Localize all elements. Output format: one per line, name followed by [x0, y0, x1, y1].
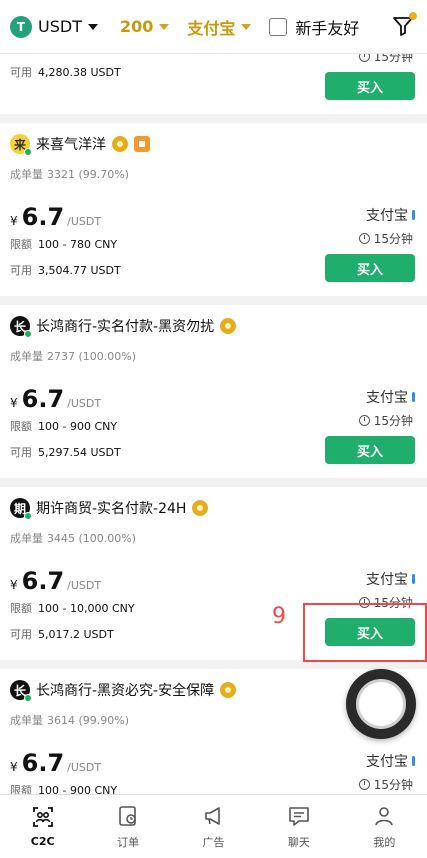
buy-button[interactable]: 买入 — [325, 254, 415, 282]
chevron-down-icon — [159, 24, 170, 30]
newbie-friendly-toggle[interactable]: 新手友好 — [269, 15, 359, 39]
nav-item-ads[interactable]: 广告 — [171, 795, 256, 858]
nav-item-c2c[interactable]: C2C — [0, 795, 85, 858]
nav-label: 我的 — [373, 835, 396, 849]
payment-filter[interactable]: 支付宝 — [187, 15, 252, 39]
filter-button[interactable] — [391, 12, 417, 38]
nav-item-chat[interactable]: 聊天 — [256, 795, 341, 858]
card-divider — [0, 114, 427, 123]
payment-filter-label: 支付宝 — [187, 18, 236, 38]
floating-assistive-button[interactable] — [346, 669, 416, 739]
lock-badge-icon — [134, 136, 150, 152]
online-status-dot — [24, 694, 32, 702]
online-status-dot — [24, 512, 32, 520]
assistive-touch-icon — [356, 679, 406, 729]
gold-badge-icon — [220, 682, 237, 698]
coin-selector[interactable]: T USDT — [10, 15, 98, 38]
order-stats: 成单量 3321 (99.70%) — [10, 168, 130, 181]
limit-row: 限额 100 - 10,000 CNY — [10, 602, 135, 615]
chevron-down-icon — [87, 24, 98, 30]
newbie-checkbox[interactable] — [269, 17, 288, 36]
price: ¥6.7/USDT — [10, 203, 102, 231]
payment-method: 支付宝 — [366, 205, 415, 225]
avatar: 长 — [10, 680, 32, 702]
nav-label: 聊天 — [287, 835, 310, 849]
clock-icon — [358, 233, 370, 244]
online-status-dot — [24, 148, 32, 156]
available-row: 可用 5,017.2 USDT — [10, 628, 114, 641]
avatar: 期 — [10, 498, 32, 520]
profile-icon — [375, 806, 394, 825]
avatar: 长 — [10, 316, 32, 338]
c2c-icon — [32, 807, 53, 827]
merchant-name: 长鸿商行-实名付款-黑资勿扰 — [36, 319, 215, 335]
price: ¥6.7/USDT — [10, 385, 102, 413]
gold-badge-icon — [220, 318, 237, 334]
amount-filter[interactable]: 200 — [119, 17, 170, 36]
online-status-dot — [24, 330, 32, 338]
merchant-name: 期许商贸-实名付款-24H — [36, 501, 187, 517]
payment-method: 支付宝 — [366, 387, 415, 407]
annotation-highlight-box — [303, 603, 427, 662]
payment-color-bar — [412, 574, 415, 584]
order-stats: 成单量 3614 (99.90%) — [10, 714, 130, 727]
price: ¥6.7/USDT — [10, 567, 102, 595]
megaphone-icon — [204, 806, 220, 825]
merchant-info[interactable]: 长 长鸿商行-黑资必究-安全保障 — [10, 680, 237, 702]
app-root: T USDT 200 支付宝 新手友好 15分钟 可用 4,280.38 USD… — [0, 0, 427, 858]
chat-icon — [289, 806, 309, 826]
filter-active-dot — [409, 12, 417, 20]
gold-badge-icon — [112, 136, 128, 152]
time-limit: 15分钟 — [358, 776, 413, 793]
avatar: 来 — [10, 134, 32, 156]
merchant-info[interactable]: 长 长鸿商行-实名付款-黑资勿扰 — [10, 316, 237, 338]
order-stats: 成单量 2737 (100.00%) — [10, 350, 137, 363]
payment-method: 支付宝 — [366, 751, 415, 771]
available-row: 可用 5,297.54 USDT — [10, 446, 121, 459]
limit-row: 限额 100 - 780 CNY — [10, 238, 118, 251]
ad-card: 来 来喜气洋洋 成单量 3321 (99.70%) ¥6.7/USDT 限额 100… — [0, 123, 427, 296]
available-label: 可用 — [10, 66, 32, 79]
usdt-coin-icon: T — [10, 15, 32, 38]
amount-filter-label: 200 — [119, 17, 154, 36]
order-stats: 成单量 3445 (100.00%) — [10, 532, 137, 545]
nav-label: 广告 — [202, 835, 225, 849]
payment-method: 支付宝 — [366, 569, 415, 589]
limit-row: 限额 100 - 900 CNY — [10, 420, 118, 433]
coin-label: USDT — [38, 17, 82, 36]
merchant-info[interactable]: 来 来喜气洋洋 — [10, 134, 150, 156]
newbie-label: 新手友好 — [295, 18, 360, 38]
nav-label: 订单 — [117, 835, 140, 849]
time-limit: 15分钟 — [358, 230, 413, 247]
filter-bar: T USDT 200 支付宝 新手友好 — [0, 0, 427, 54]
available-value: 4,280.38 USDT — [38, 66, 121, 79]
clock-icon — [358, 415, 370, 426]
available-row: 可用 4,280.38 USDT — [10, 64, 121, 80]
orders-icon — [119, 805, 136, 826]
buy-button[interactable]: 买入 — [325, 436, 415, 464]
gold-badge-icon — [192, 500, 209, 516]
card-divider — [0, 296, 427, 305]
payment-color-bar — [412, 392, 415, 402]
annotation-number: 9 — [272, 604, 286, 629]
payment-color-bar — [412, 210, 415, 220]
card-divider — [0, 478, 427, 487]
available-row: 可用 3,504.77 USDT — [10, 264, 121, 277]
nav-item-orders[interactable]: 订单 — [85, 795, 170, 858]
buy-button[interactable]: 买入 — [325, 72, 415, 100]
ad-card: 长 长鸿商行-实名付款-黑资勿扰 成单量 2737 (100.00%) ¥6.7/… — [0, 305, 427, 478]
time-limit: 15分钟 — [358, 412, 413, 429]
merchant-name: 长鸿商行-黑资必究-安全保障 — [36, 683, 215, 699]
clock-icon — [358, 779, 370, 790]
ad-card-partial: 15分钟 可用 4,280.38 USDT 买入 — [0, 50, 427, 114]
merchant-name: 来喜气洋洋 — [36, 137, 106, 153]
merchant-info[interactable]: 期 期许商贸-实名付款-24H — [10, 498, 209, 520]
price: ¥6.7/USDT — [10, 749, 102, 777]
bottom-nav: C2C 订单 广告 聊天 我的 — [0, 794, 427, 858]
payment-color-bar — [412, 756, 415, 766]
nav-label: C2C — [30, 835, 55, 848]
nav-item-profile[interactable]: 我的 — [342, 795, 427, 858]
chevron-down-icon — [241, 24, 252, 30]
